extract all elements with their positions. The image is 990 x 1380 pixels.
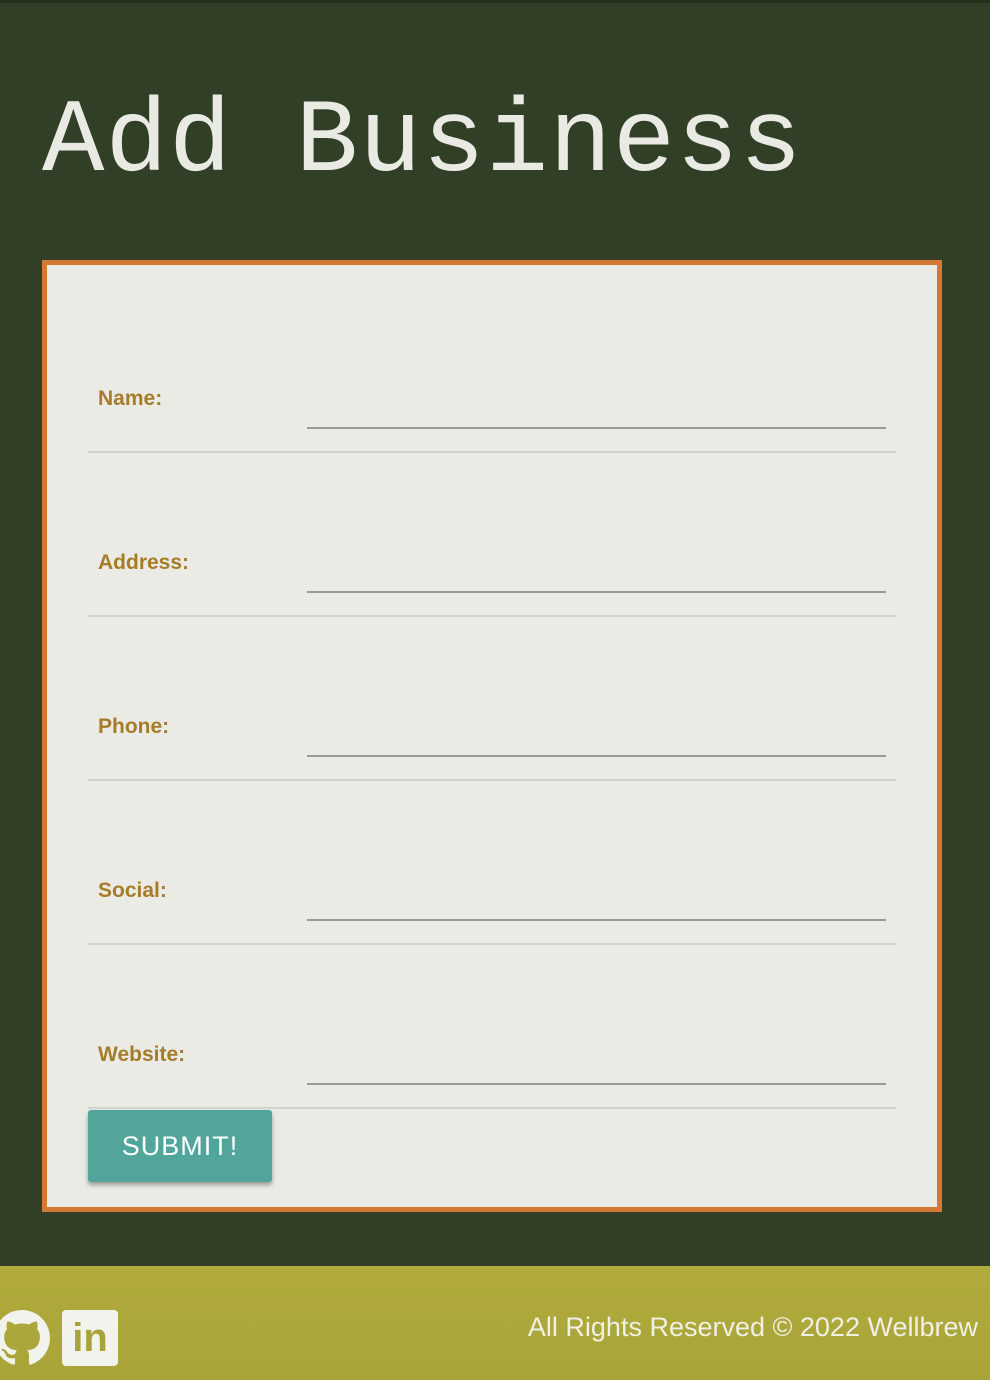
linkedin-glyph: in <box>72 1316 108 1360</box>
social-label: Social: <box>98 879 167 902</box>
phone-label: Phone: <box>98 715 170 738</box>
name-label: Name: <box>98 387 163 410</box>
linkedin-icon[interactable]: in <box>62 1310 118 1366</box>
page: Add Business Name: Address: Phone: Socia… <box>0 0 990 1380</box>
github-icon[interactable] <box>0 1310 50 1366</box>
website-input[interactable] <box>307 1045 886 1085</box>
name-input[interactable] <box>307 389 886 429</box>
form-row-phone: Phone: <box>88 617 896 781</box>
add-business-form: Name: Address: Phone: Social: Website: S… <box>42 260 942 1212</box>
page-title: Add Business <box>42 84 803 202</box>
address-input[interactable] <box>307 553 886 593</box>
copyright-text: All Rights Reserved © 2022 Wellbrew <box>527 1312 978 1342</box>
form-row-name: Name: <box>88 289 896 453</box>
form-row-social: Social: <box>88 781 896 945</box>
social-links: in <box>0 1310 118 1366</box>
footer: in All Rights Reserved © 2022 Wellbrew <box>0 1266 990 1380</box>
website-label: Website: <box>98 1043 186 1066</box>
phone-input[interactable] <box>307 717 886 757</box>
submit-button[interactable]: SUBMIT! <box>88 1110 272 1182</box>
form-row-website: Website: <box>88 945 896 1109</box>
social-input[interactable] <box>307 881 886 921</box>
form-row-address: Address: <box>88 453 896 617</box>
address-label: Address: <box>98 551 190 574</box>
